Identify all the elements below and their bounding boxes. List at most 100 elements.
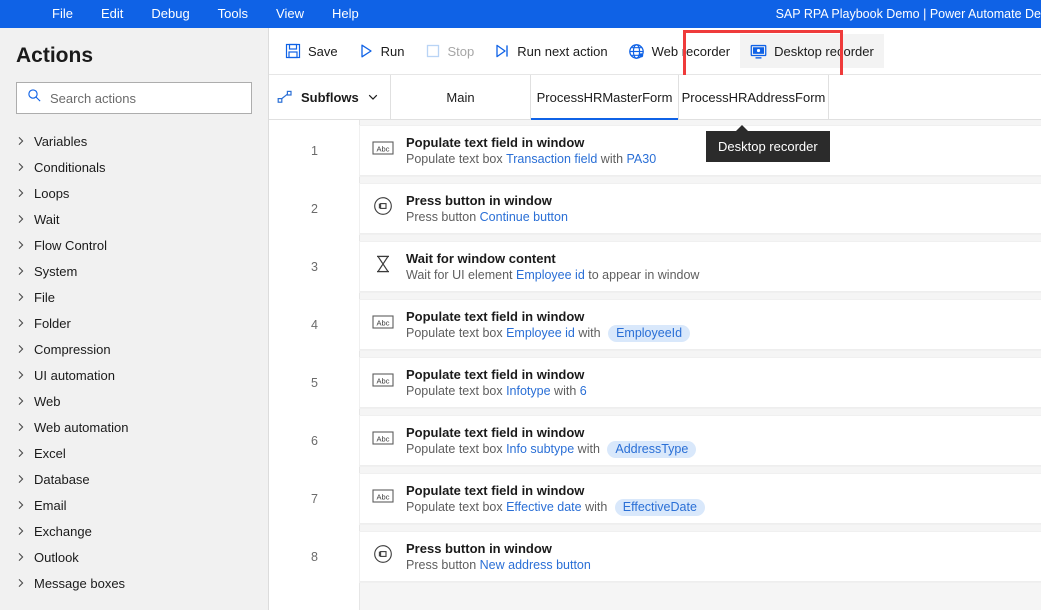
chevron-right-icon xyxy=(16,162,34,172)
chevron-right-icon xyxy=(16,266,34,276)
web-recorder-button[interactable]: Web recorder xyxy=(618,34,741,68)
run-next-action-button[interactable]: Run next action xyxy=(484,34,617,68)
action-text: Populate text field in window Populate te… xyxy=(406,134,656,168)
sidebar-item-compression[interactable]: Compression xyxy=(0,336,268,362)
variable-chip[interactable]: AddressType xyxy=(607,440,697,458)
action-row[interactable]: Abc Populate text field in window Populate… xyxy=(360,126,1041,176)
menu-item-tools[interactable]: Tools xyxy=(204,0,262,28)
action-number: 4 xyxy=(311,318,318,332)
menu-item-edit[interactable]: Edit xyxy=(87,0,137,28)
action-text: Populate text field in window Populate te… xyxy=(406,308,691,342)
action-icon-wrap xyxy=(360,254,406,279)
action-description-text: Populate text box xyxy=(406,441,507,456)
action-title: Wait for window content xyxy=(406,250,556,266)
sidebar-item-exchange[interactable]: Exchange xyxy=(0,518,268,544)
tab-label: ProcessHRAddressForm xyxy=(681,89,826,105)
subflows-dropdown[interactable]: Subflows xyxy=(269,75,391,119)
sidebar-item-message-boxes[interactable]: Message boxes xyxy=(0,570,268,596)
action-target-link[interactable]: Effective date xyxy=(506,499,582,516)
action-icon-wrap xyxy=(360,196,406,221)
subflows-icon xyxy=(277,89,293,105)
menu-item-help[interactable]: Help xyxy=(318,0,373,28)
chevron-down-icon xyxy=(367,91,379,103)
desktop-recorder-button[interactable]: Desktop recorder xyxy=(740,34,884,68)
page-title: Actions xyxy=(16,44,94,67)
sidebar-item-excel[interactable]: Excel xyxy=(0,440,268,466)
action-title: Populate text field in window xyxy=(406,482,585,498)
action-target-link[interactable]: Employee id xyxy=(516,267,585,284)
sidebar-item-variables[interactable]: Variables xyxy=(0,128,268,154)
action-description-text: Populate text box xyxy=(406,325,507,340)
action-target-link[interactable]: Infotype xyxy=(506,383,550,400)
sidebar-item-loops[interactable]: Loops xyxy=(0,180,268,206)
sidebar-item-file[interactable]: File xyxy=(0,284,268,310)
action-title: Press button in window xyxy=(406,540,552,556)
tab-processhraddressform[interactable]: ProcessHRAddressForm xyxy=(679,75,829,119)
action-text: Populate text field in window Populate te… xyxy=(406,482,705,516)
sidebar-item-wait[interactable]: Wait xyxy=(0,206,268,232)
sidebar-item-outlook[interactable]: Outlook xyxy=(0,544,268,570)
variable-chip[interactable]: EffectiveDate xyxy=(614,498,705,516)
search-actions-container[interactable] xyxy=(16,82,252,114)
save-icon xyxy=(285,43,301,59)
action-target-link[interactable]: Employee id xyxy=(506,325,575,342)
action-row[interactable]: Press button in window Press button New a… xyxy=(360,532,1041,582)
action-target-link[interactable]: Info subtype xyxy=(506,441,574,458)
action-row[interactable]: Abc Populate text field in window Populate… xyxy=(360,474,1041,524)
action-description-text: to appear in window xyxy=(584,267,700,282)
save-button[interactable]: Save xyxy=(275,34,348,68)
action-icon-wrap: Abc xyxy=(360,372,406,393)
action-row[interactable]: Wait for window content Wait for UI eleme… xyxy=(360,242,1041,292)
action-description: Populate text box Transaction field with… xyxy=(406,151,656,168)
sidebar-item-web-automation[interactable]: Web automation xyxy=(0,414,268,440)
abc-textbox-icon: Abc xyxy=(372,430,394,451)
action-title: Populate text field in window xyxy=(406,308,585,324)
menu-item-view[interactable]: View xyxy=(262,0,318,28)
sidebar-item-label: Conditionals xyxy=(34,159,106,175)
chevron-right-icon xyxy=(16,136,34,146)
action-row[interactable]: Abc Populate text field in window Populate… xyxy=(360,416,1041,466)
flow-designer-pane: Save Run Stop Run next action Web record… xyxy=(269,28,1041,610)
action-icon-wrap: Abc xyxy=(360,140,406,161)
abc-textbox-icon: Abc xyxy=(372,372,394,393)
stop-icon xyxy=(425,43,441,59)
stop-label: Stop xyxy=(447,43,475,59)
sidebar-item-ui-automation[interactable]: UI automation xyxy=(0,362,268,388)
action-target-link[interactable]: PA30 xyxy=(627,151,657,168)
action-row[interactable]: Press button in window Press button Conti… xyxy=(360,184,1041,234)
stop-button[interactable]: Stop xyxy=(415,34,485,68)
run-button[interactable]: Run xyxy=(348,34,415,68)
action-description-text: Wait for UI element xyxy=(406,267,516,282)
press-button-icon xyxy=(373,196,393,221)
action-category-list: Variables Conditionals Loops Wait Flow Contr… xyxy=(0,128,268,596)
action-target-link[interactable]: Continue button xyxy=(480,209,568,226)
tab-main[interactable]: Main xyxy=(391,75,531,119)
sidebar-item-database[interactable]: Database xyxy=(0,466,268,492)
sidebar-item-label: Folder xyxy=(34,315,71,331)
search-input[interactable] xyxy=(50,83,251,113)
sidebar-item-conditionals[interactable]: Conditionals xyxy=(0,154,268,180)
action-icon-wrap: Abc xyxy=(360,430,406,451)
sidebar-item-folder[interactable]: Folder xyxy=(0,310,268,336)
sidebar-item-label: Excel xyxy=(34,445,66,461)
run-next-action-label: Run next action xyxy=(517,43,608,59)
action-target-link[interactable]: 6 xyxy=(580,383,587,400)
action-description: Populate text box Employee id with Emplo… xyxy=(406,324,691,342)
action-row[interactable]: Abc Populate text field in window Populate… xyxy=(360,358,1041,408)
action-number: 8 xyxy=(311,550,318,564)
action-row[interactable]: Abc Populate text field in window Populate… xyxy=(360,300,1041,350)
sidebar-item-system[interactable]: System xyxy=(0,258,268,284)
menu-item-debug[interactable]: Debug xyxy=(137,0,203,28)
action-target-link[interactable]: New address button xyxy=(480,557,591,574)
tab-processhrmasterform[interactable]: ProcessHRMasterForm xyxy=(531,75,679,120)
sidebar-item-flow-control[interactable]: Flow Control xyxy=(0,232,268,258)
sidebar-item-email[interactable]: Email xyxy=(0,492,268,518)
action-target-link[interactable]: Transaction field xyxy=(506,151,597,168)
sidebar-item-label: Email xyxy=(34,497,67,513)
sidebar-item-web[interactable]: Web xyxy=(0,388,268,414)
abc-textbox-icon: Abc xyxy=(372,314,394,335)
sidebar-item-label: File xyxy=(34,289,55,305)
variable-chip[interactable]: EmployeeId xyxy=(608,324,691,342)
menu-item-file[interactable]: File xyxy=(38,0,87,28)
action-number: 1 xyxy=(311,144,318,158)
